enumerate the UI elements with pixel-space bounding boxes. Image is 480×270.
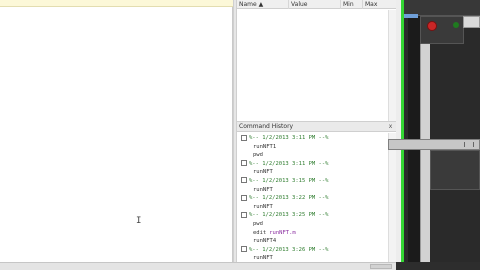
history-entry-argument: runNFT.m	[269, 229, 296, 236]
history-entry-text: %-- 1/2/2013 3:26 PM --%	[249, 246, 329, 253]
dark-block-upper	[420, 16, 464, 44]
history-session-row[interactable]: %-- 1/2/2013 3:22 PM --%	[237, 194, 387, 203]
history-command-row[interactable]: pwd	[237, 151, 387, 160]
history-entry-text: runNFT1	[253, 143, 277, 150]
history-session-row[interactable]: %-- 1/2/2013 3:15 PM --%	[237, 177, 387, 186]
history-entry-text: %-- 1/2/2013 3:11 PM --%	[249, 135, 329, 141]
desktop-bottom-strip	[396, 262, 480, 270]
collapse-box-icon[interactable]	[241, 177, 247, 184]
history-session-row[interactable]: %-- 1/2/2013 3:25 PM --%	[237, 211, 387, 220]
editor-info-bar	[0, 0, 233, 7]
workspace-scrollbar[interactable]	[388, 10, 396, 121]
bar-marker-icon	[464, 142, 474, 147]
close-icon[interactable]: x	[387, 123, 394, 131]
history-entry-text: runNFT	[253, 186, 273, 193]
resize-grip-icon[interactable]	[370, 264, 392, 269]
collapse-box-icon[interactable]	[241, 211, 247, 218]
column-header-name[interactable]: Name ▲	[237, 0, 289, 9]
dark-side-panel	[408, 0, 420, 262]
history-scrollbar[interactable]	[388, 133, 396, 263]
history-list: %-- 1/2/2013 3:11 PM --% runNFT1 pwd %-- 1/…	[237, 134, 387, 263]
collapse-box-icon[interactable]	[241, 246, 247, 253]
history-entry-text: %-- 1/2/2013 3:22 PM --%	[249, 195, 329, 202]
history-command-row[interactable]: runNFT	[237, 186, 387, 195]
column-header-min[interactable]: Min	[341, 0, 363, 9]
history-entry-text: runNFT	[253, 255, 273, 262]
column-header-value[interactable]: Value	[289, 0, 341, 9]
history-command-row[interactable]: runNFT	[237, 168, 387, 177]
editor-pane[interactable]	[0, 0, 233, 262]
blue-tab-marker	[404, 14, 418, 18]
green-dot-icon	[453, 22, 459, 28]
history-entry-text: runNFT	[253, 203, 273, 210]
history-command-row[interactable]: runNFT4	[237, 237, 387, 246]
history-entry-text: pwd	[253, 220, 263, 227]
history-command-row[interactable]: runNFT1	[237, 143, 387, 152]
workspace-panel[interactable]: Name ▲ Value Min Max	[237, 0, 396, 121]
history-entry-text: %-- 1/2/2013 3:25 PM --%	[249, 212, 329, 219]
command-history-panel[interactable]: Command History x %-- 1/2/2013 3:11 PM -…	[237, 121, 396, 263]
collapse-box-icon[interactable]	[241, 160, 247, 167]
text-cursor-icon: I	[136, 216, 142, 226]
history-session-row[interactable]: %-- 1/2/2013 3:11 PM --%	[237, 134, 387, 143]
history-entry-text: runNFT	[253, 169, 273, 176]
history-entry-text: pwd	[253, 152, 263, 159]
history-entry-text: %-- 1/2/2013 3:15 PM --%	[249, 177, 329, 184]
history-entry-text: edit	[253, 229, 267, 236]
history-command-row[interactable]: runNFT	[237, 203, 387, 212]
status-bar	[0, 262, 396, 270]
workspace-header: Name ▲ Value Min Max	[237, 0, 396, 9]
history-entry-text: %-- 1/2/2013 3:11 PM --%	[249, 160, 329, 167]
command-history-title: Command History	[237, 122, 396, 132]
light-box	[463, 16, 480, 28]
green-divider-line	[401, 0, 404, 262]
collapse-box-icon[interactable]	[241, 134, 247, 141]
dark-block-lower	[430, 150, 480, 190]
collapse-box-icon[interactable]	[241, 194, 247, 201]
history-command-row[interactable]: edit runNFT.m	[237, 229, 387, 238]
history-session-row[interactable]: %-- 1/2/2013 3:11 PM --%	[237, 160, 387, 169]
history-command-row[interactable]: pwd	[237, 220, 387, 229]
history-session-row[interactable]: %-- 1/2/2013 3:26 PM --%	[237, 246, 387, 255]
column-header-max[interactable]: Max	[363, 0, 388, 9]
history-entry-text: runNFT4	[253, 238, 277, 245]
red-dot-icon[interactable]	[427, 21, 437, 31]
